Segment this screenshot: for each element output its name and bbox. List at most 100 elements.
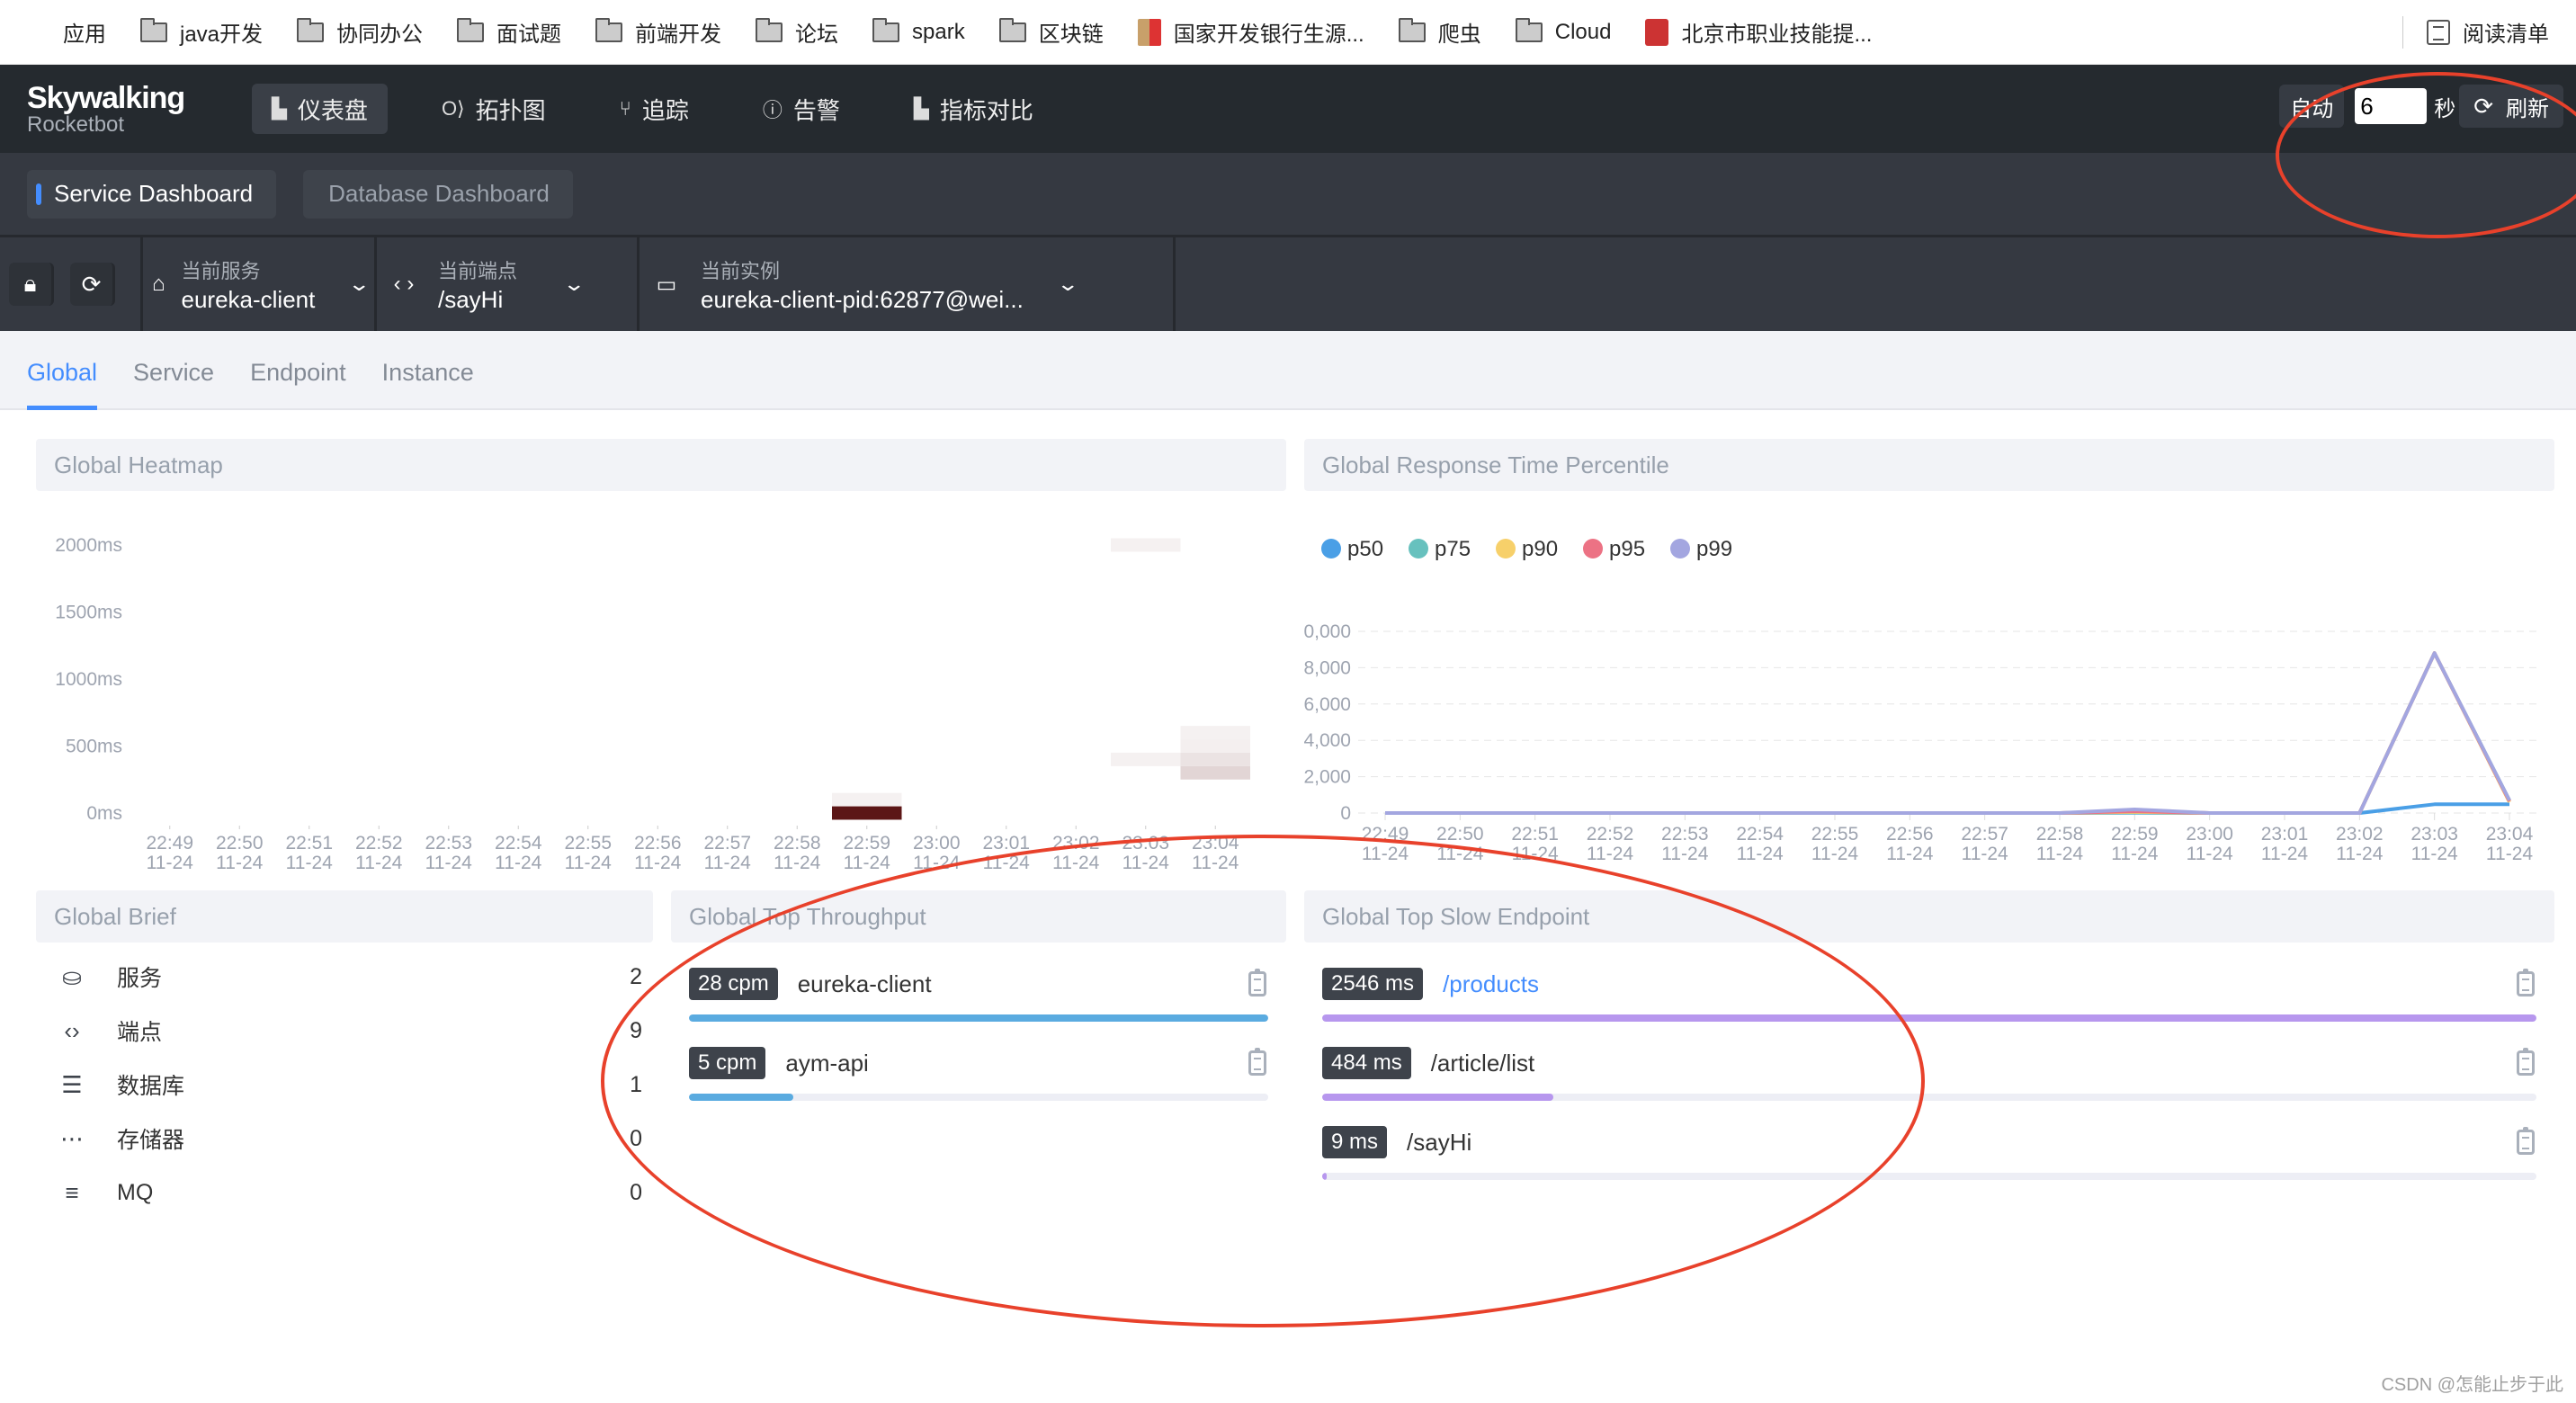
subtab-service[interactable]: Service <box>133 359 214 408</box>
heatmap-cell <box>1111 538 1181 552</box>
bookmark-item[interactable]: 前端开发 <box>595 16 721 48</box>
reading-list-icon <box>2427 19 2450 45</box>
heatmap-chart: 0ms500ms1000ms1500ms2000ms22:4911-2422:5… <box>55 535 1250 873</box>
legend-label[interactable]: p90 <box>1522 537 1558 561</box>
bookmark-item[interactable]: 论坛 <box>756 16 838 48</box>
refresh-interval-input[interactable] <box>2355 88 2428 124</box>
bookmark-item[interactable]: java开发 <box>140 16 263 48</box>
bookmark-label: 爬虫 <box>1437 22 1481 47</box>
legend-marker[interactable] <box>1583 539 1603 559</box>
subtab-instance[interactable]: Instance <box>382 359 474 408</box>
heatmap-cell <box>832 792 902 807</box>
y-tick-label: 2000ms <box>55 535 122 556</box>
x-tick-label: 22:59 <box>843 833 890 853</box>
item-name-link[interactable]: /article/list <box>1431 1050 2517 1077</box>
legend-label[interactable]: p95 <box>1609 537 1645 561</box>
heatmap-panel: Global Heatmap 0ms 500ms 1000ms 1500ms 2000m… <box>36 439 1286 882</box>
bookmark-item[interactable]: 面试题 <box>457 16 561 48</box>
nav-item-label: 指标对比 <box>939 96 1033 124</box>
service-icon: ⛀ <box>62 962 82 990</box>
bookmark-item[interactable]: 爬虫 <box>1398 16 1481 48</box>
bookmark-label: 前端开发 <box>635 22 722 47</box>
legend-marker[interactable] <box>1670 539 1690 559</box>
item-name-link[interactable]: /sayHi <box>1407 1129 2517 1157</box>
x-tick-date: 11-24 <box>913 853 960 873</box>
item-name-link[interactable]: /products <box>1443 970 2517 998</box>
clipboard-icon[interactable] <box>1248 1048 1266 1076</box>
bookmark-label: 协同办公 <box>336 22 424 47</box>
x-tick-date: 11-24 <box>355 853 402 873</box>
endpoint-selector[interactable]: ‹ › 当前端点 /sayHi ⌄ <box>377 237 640 331</box>
bookmark-item[interactable]: 区块链 <box>998 16 1104 48</box>
rank-item: 2546 ms/products <box>1322 966 2536 1022</box>
x-tick-date: 11-24 <box>634 853 681 873</box>
x-tick-date: 11-24 <box>1362 844 1409 864</box>
brief-row: ‹› 端点 9 <box>36 1004 653 1058</box>
clipboard-icon[interactable] <box>2517 969 2535 996</box>
x-tick-label: 22:55 <box>1811 824 1859 844</box>
clipboard-icon[interactable] <box>2517 1127 2535 1155</box>
nav-item-0[interactable]: ▙ 仪表盘 <box>252 84 388 134</box>
legend-label[interactable]: p75 <box>1435 537 1471 561</box>
reading-list-button[interactable]: 阅读清单 <box>2402 15 2549 49</box>
item-name-link[interactable]: aym-api <box>785 1050 1248 1077</box>
subtab-global[interactable]: Global <box>27 359 98 410</box>
x-tick-date: 11-24 <box>2411 844 2458 864</box>
clipboard-icon[interactable] <box>1248 969 1266 996</box>
nav-item-3[interactable]: ⓘ 告警 <box>743 84 860 134</box>
logo: Skywalking Rocketbot <box>27 81 252 138</box>
brief-value: 0 <box>630 1179 642 1205</box>
value-badge: 5 cpm <box>689 1047 766 1079</box>
legend-marker[interactable] <box>1496 539 1516 559</box>
refresh-button[interactable]: ⟳ 刷新 <box>2459 85 2563 128</box>
bookmark-item[interactable]: 应用 <box>27 16 106 48</box>
top-slow-endpoint-panel: Global Top Slow Endpoint 2546 ms/product… <box>1304 890 2554 1180</box>
brief-label: 端点 <box>117 1020 163 1045</box>
bookmark-item[interactable]: 国家开发银行生源... <box>1137 16 1364 48</box>
x-tick-date: 11-24 <box>1123 853 1169 873</box>
bookmark-item[interactable]: spark <box>872 17 965 45</box>
chevron-down-icon: ⌄ <box>1056 273 1079 295</box>
endpoint-icon: ‹› <box>64 1016 80 1044</box>
legend-label[interactable]: p50 <box>1347 537 1383 561</box>
bookmark-item[interactable]: 协同办公 <box>297 16 423 48</box>
alarm-icon: ⓘ <box>762 99 783 121</box>
y-tick-label: 10,000 <box>1304 621 1351 642</box>
watermark: CSDN @怎能止步于此 <box>2381 1375 2563 1395</box>
selector-tools: 🔒︎ ⟳ <box>0 237 143 331</box>
refresh-icon: ⟳ <box>2473 92 2493 120</box>
reload-button[interactable]: ⟳ <box>70 263 115 306</box>
x-tick-date: 11-24 <box>1737 844 1784 864</box>
bookmark-label: 论坛 <box>795 22 839 47</box>
clipboard-icon[interactable] <box>2517 1048 2535 1076</box>
bookmark-item[interactable]: Cloud <box>1515 17 1611 45</box>
nav-item-2[interactable]: ⑂ 追踪 <box>600 84 709 134</box>
auto-refresh-toggle[interactable]: 自动 <box>2279 85 2345 128</box>
subtab-endpoint[interactable]: Endpoint <box>250 359 346 408</box>
instance-selector[interactable]: ▭ 当前实例 eureka-client-pid:62877@wei... ⌄ <box>640 237 1176 331</box>
nav-item-1[interactable]: O⟩ 拓扑图 <box>422 84 566 134</box>
item-name-link[interactable]: eureka-client <box>798 970 1248 998</box>
chevron-down-icon: ⌄ <box>562 273 586 295</box>
legend-marker[interactable] <box>1409 539 1428 559</box>
legend-marker[interactable] <box>1321 539 1341 559</box>
bookmark-label: spark <box>912 19 965 44</box>
x-tick-label: 22:55 <box>564 833 612 853</box>
topology-icon: O⟩ <box>441 97 465 120</box>
brief-value: 2 <box>630 963 642 989</box>
x-tick-date: 11-24 <box>983 853 1030 873</box>
x-tick-label: 22:53 <box>1661 824 1709 844</box>
lock-button[interactable]: 🔒︎ <box>9 263 54 306</box>
tab-service-dashboard[interactable]: Service Dashboard <box>27 169 277 219</box>
brief-label: 数据库 <box>117 1074 185 1099</box>
y-tick-label: 6,000 <box>1304 694 1351 715</box>
bookmark-item[interactable]: 北京市职业技能提... <box>1645 16 1872 48</box>
tab-database-dashboard[interactable]: Database Dashboard <box>303 169 573 219</box>
nav-item-4[interactable]: ▙ 指标对比 <box>894 84 1053 134</box>
x-tick-label: 22:54 <box>495 833 542 853</box>
heatmap-cell <box>1180 765 1250 780</box>
brief-label: MQ <box>117 1179 154 1205</box>
legend-label[interactable]: p99 <box>1696 537 1732 561</box>
service-selector[interactable]: ⌂ 当前服务 eureka-client ⌄ <box>143 237 377 331</box>
x-tick-date: 11-24 <box>2261 844 2308 864</box>
